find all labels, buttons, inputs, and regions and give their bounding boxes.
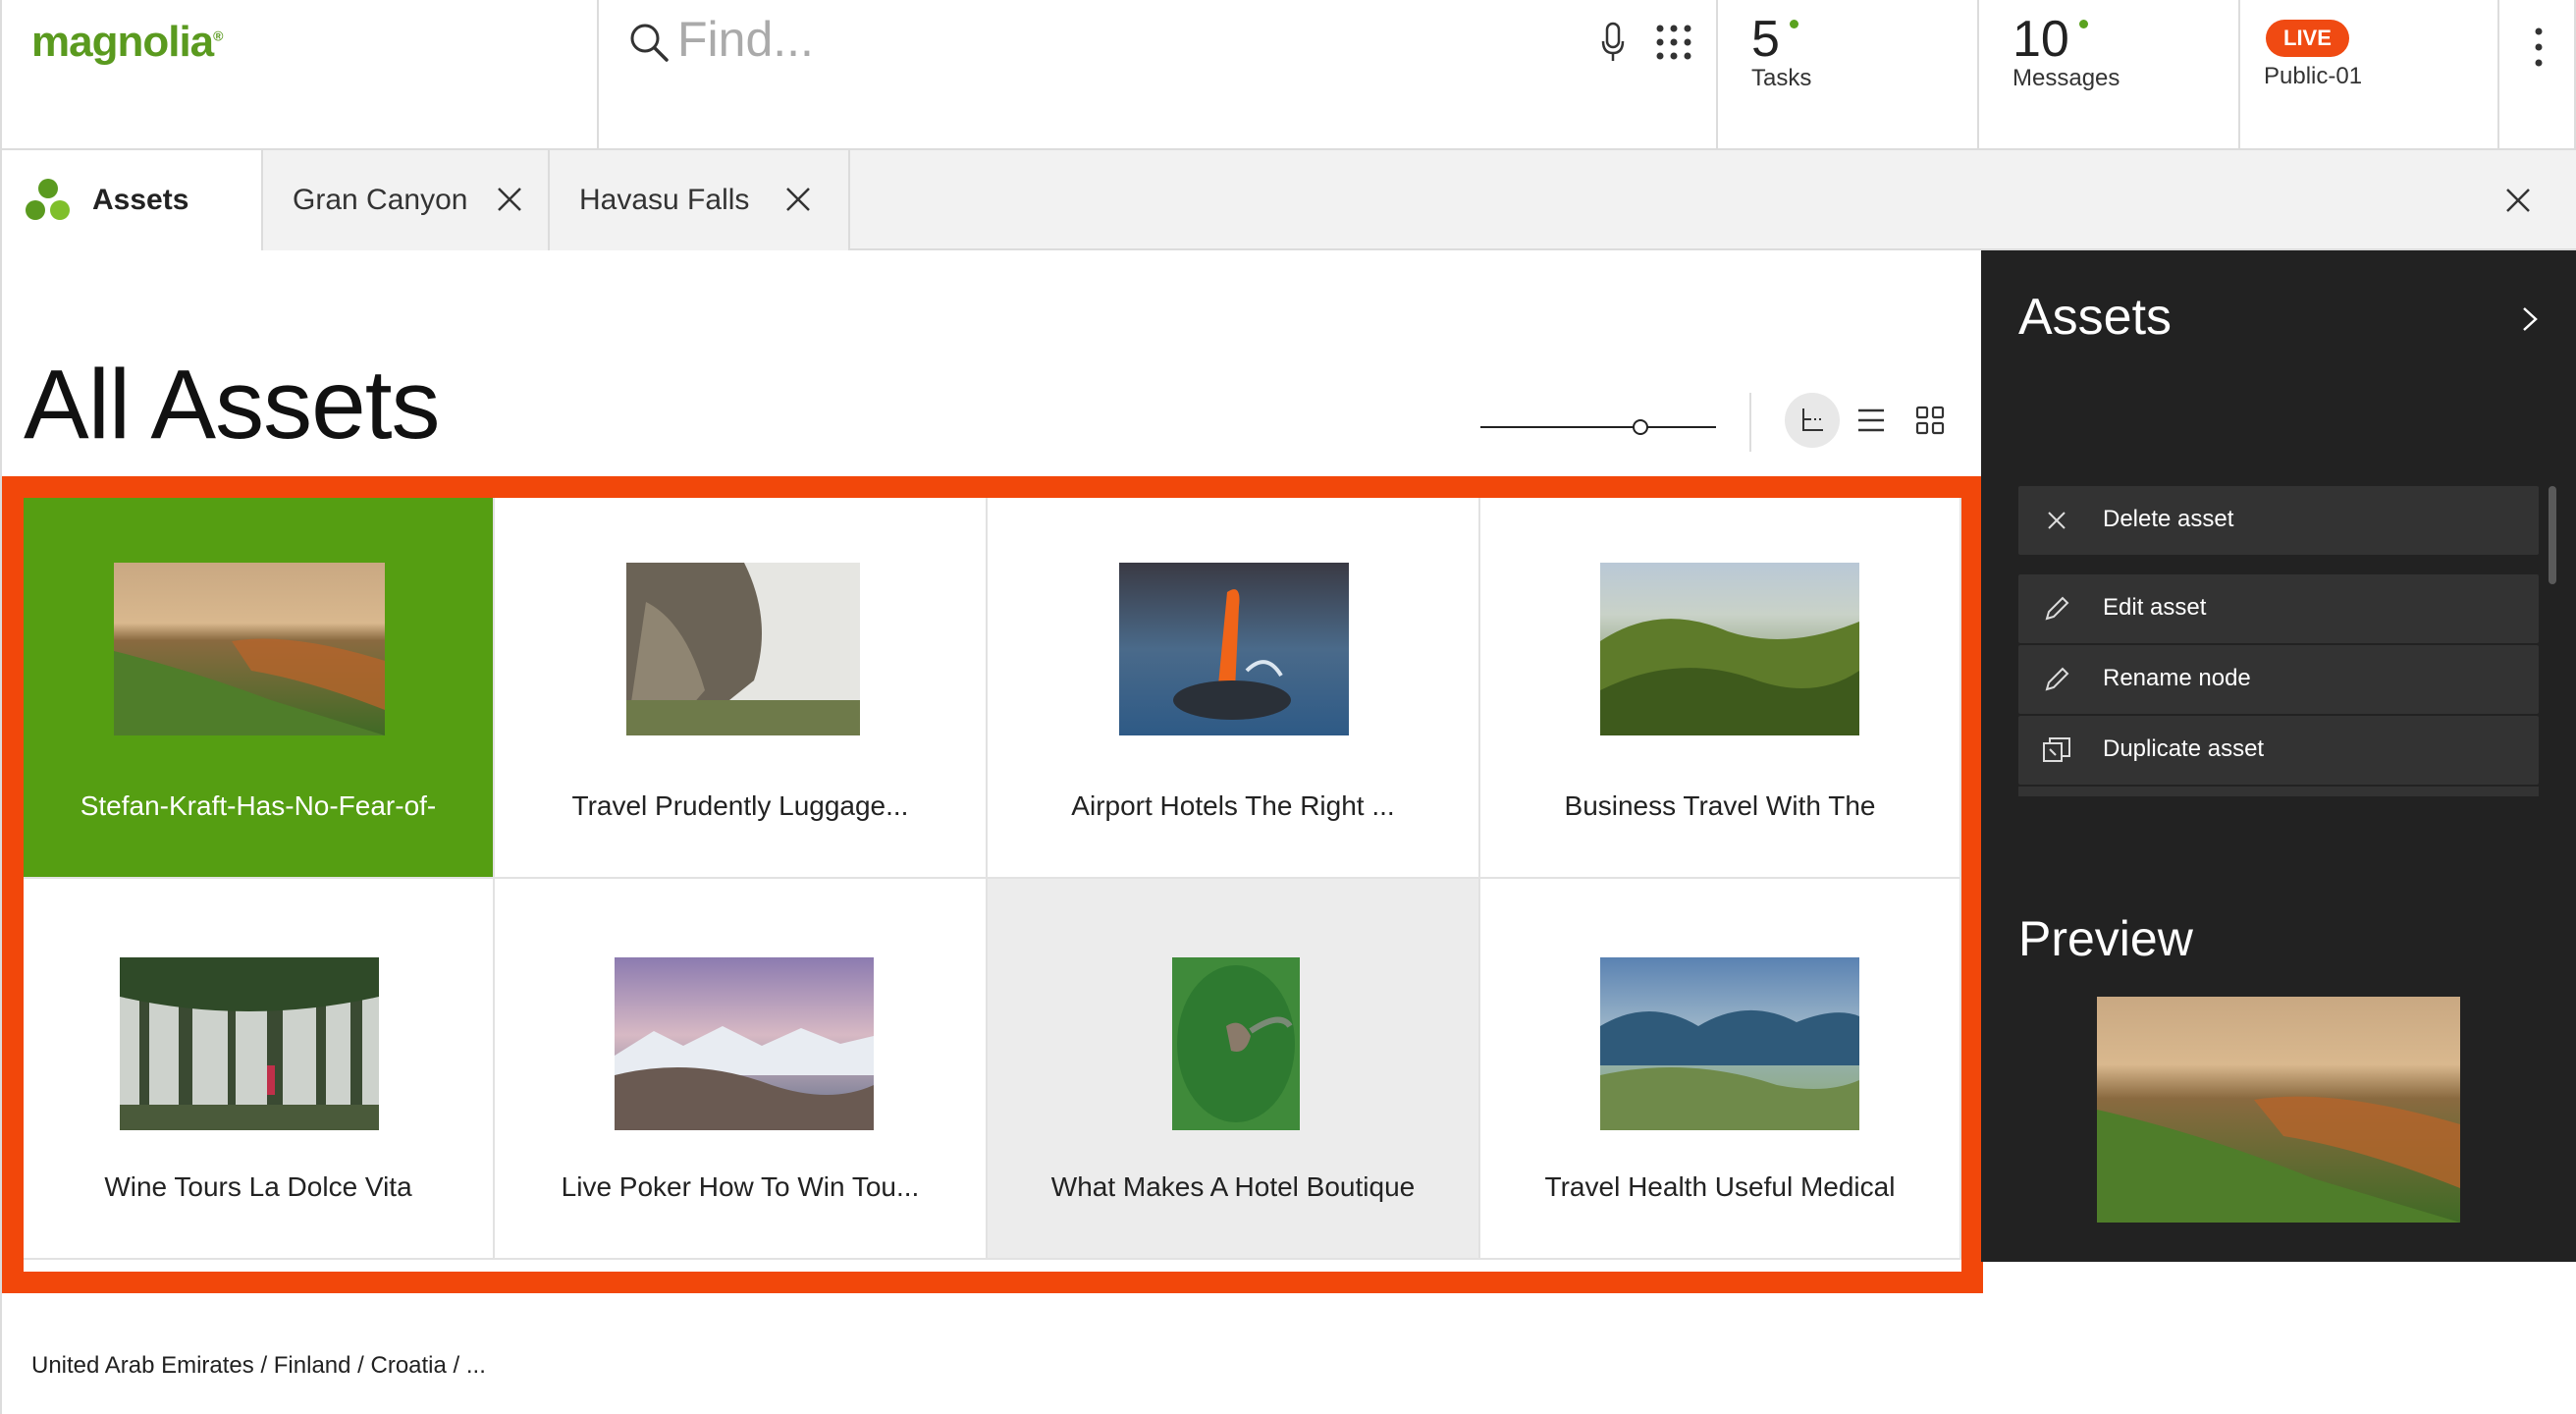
logo-cell[interactable]: magnolia® [0,0,599,148]
breadcrumb[interactable]: United Arab Emirates / Finland / Croatia… [31,1352,486,1380]
tab-label: Gran Canyon [293,184,468,216]
environment-name: Public-01 [2264,63,2363,89]
slider-knob[interactable] [1633,419,1649,435]
edit-asset-action[interactable]: Edit asset [2018,574,2539,643]
top-bar: magnolia® 5 Tasks [0,0,2576,150]
asset-label: Live Poker How To Win Tou... [561,1171,920,1202]
grid-view-button[interactable] [1903,393,1958,448]
asset-tile[interactable]: Business Travel With The [1480,498,1961,879]
search-input[interactable] [677,10,1482,69]
tab-assets[interactable]: Assets [0,150,263,252]
asset-label: Travel Health Useful Medical [1544,1171,1896,1202]
list-view-button[interactable] [1844,393,1899,448]
main-content: All Assets Stefan-Kraft-Has-No-Fear-of- … [0,250,1983,1414]
pencil-icon [2045,596,2069,621]
search-bar [599,0,1718,148]
asset-grid: Stefan-Kraft-Has-No-Fear-of- Travel Prud… [2,476,1983,1293]
close-icon [2048,512,2066,529]
duplicate-asset-action[interactable]: Duplicate asset [2018,716,2539,785]
asset-thumbnail [626,563,860,735]
asset-thumbnail [615,957,874,1130]
tasks-count: 5 [1751,11,1780,68]
search-icon[interactable] [628,22,670,63]
asset-tile[interactable]: What Makes A Hotel Boutique [988,879,1480,1260]
microphone-icon[interactable] [1600,22,1626,63]
tab-label: Assets [92,184,189,216]
asset-label: Wine Tours La Dolce Vita [104,1171,412,1202]
preview-title: Preview [2018,911,2193,966]
asset-thumbnail [1600,957,1859,1130]
messages-dot [2078,20,2088,28]
asset-tile[interactable]: Stefan-Kraft-Has-No-Fear-of- [24,498,495,879]
action-gap [2018,557,2539,574]
app-launcher-icon[interactable] [1655,24,1692,61]
action-list-more [2018,787,2539,796]
assets-app-icon [26,179,70,220]
tab-label: Havasu Falls [579,184,750,216]
action-label: Rename node [2103,665,2251,691]
chevron-right-icon[interactable] [2519,305,2541,333]
magnolia-logo[interactable]: magnolia® [31,18,224,67]
duplicate-icon [2043,737,2070,762]
tasks-dot [1789,20,1798,28]
asset-tile[interactable]: Travel Prudently Luggage... [495,498,988,879]
rename-node-action[interactable]: Rename node [2018,645,2539,714]
asset-thumbnail [1172,957,1300,1130]
close-all-tabs-icon[interactable] [2503,186,2533,215]
action-list: Delete asset Edit asset Rename node Dupl… [2018,486,2539,796]
close-icon[interactable] [495,185,524,214]
pencil-icon [2045,667,2069,691]
actions-panel: Assets Delete asset Edit asset Rename no… [1981,250,2576,1262]
asset-thumbnail [1600,563,1859,735]
action-list-scrollbar[interactable] [2549,486,2556,584]
asset-label: Airport Hotels The Right ... [1071,790,1395,821]
grid-view-icon [1915,406,1945,435]
asset-label: Stefan-Kraft-Has-No-Fear-of- [80,790,437,821]
tree-view-icon [1802,408,1823,431]
environment-indicator[interactable]: LIVE Public-01 [2240,0,2499,148]
asset-tile[interactable]: Travel Health Useful Medical [1480,879,1961,1260]
more-vertical-icon[interactable] [2535,27,2543,67]
tree-view-button[interactable] [1785,393,1840,448]
tabs-bar: Assets Gran Canyon Havasu Falls [0,150,2576,252]
page-title: All Assets [24,350,440,460]
delete-asset-action[interactable]: Delete asset [2018,486,2539,555]
asset-label: What Makes A Hotel Boutique [1050,1171,1416,1202]
asset-preview-image [2097,997,2460,1223]
tasks-count-wrap: 5 [1751,10,1798,69]
logo-text: magnolia [31,18,214,66]
live-badge: LIVE [2266,20,2349,57]
asset-thumbnail [114,563,385,735]
asset-tile[interactable]: Wine Tours La Dolce Vita [24,879,495,1260]
panel-title: Assets [2018,289,2173,346]
asset-tile[interactable]: Airport Hotels The Right ... [988,498,1480,879]
action-label: Duplicate asset [2103,735,2265,762]
action-label: Delete asset [2103,506,2234,532]
asset-thumbnail [120,957,379,1130]
messages-count: 10 [2012,11,2069,68]
tab-gran-canyon[interactable]: Gran Canyon [263,150,550,250]
messages-indicator[interactable]: 10 Messages [1979,0,2240,148]
view-separator [1749,393,1751,452]
app-frame: magnolia® 5 Tasks [0,0,2576,1414]
close-icon[interactable] [783,185,813,214]
asset-tile[interactable]: Live Poker How To Win Tou... [495,879,988,1260]
messages-label: Messages [2012,65,2120,91]
more-menu[interactable] [2499,0,2576,148]
tasks-indicator[interactable]: 5 Tasks [1718,0,1979,148]
slider-track [1480,426,1716,428]
messages-count-wrap: 10 [2012,10,2088,69]
zoom-slider[interactable] [1480,417,1716,437]
tasks-label: Tasks [1751,65,1812,91]
list-view-icon [1858,408,1884,432]
tab-havasu-falls[interactable]: Havasu Falls [550,150,850,250]
asset-label: Business Travel With The [1564,790,1876,821]
asset-label: Travel Prudently Luggage... [571,790,909,821]
action-label: Edit asset [2103,594,2207,621]
asset-thumbnail [1119,563,1349,735]
